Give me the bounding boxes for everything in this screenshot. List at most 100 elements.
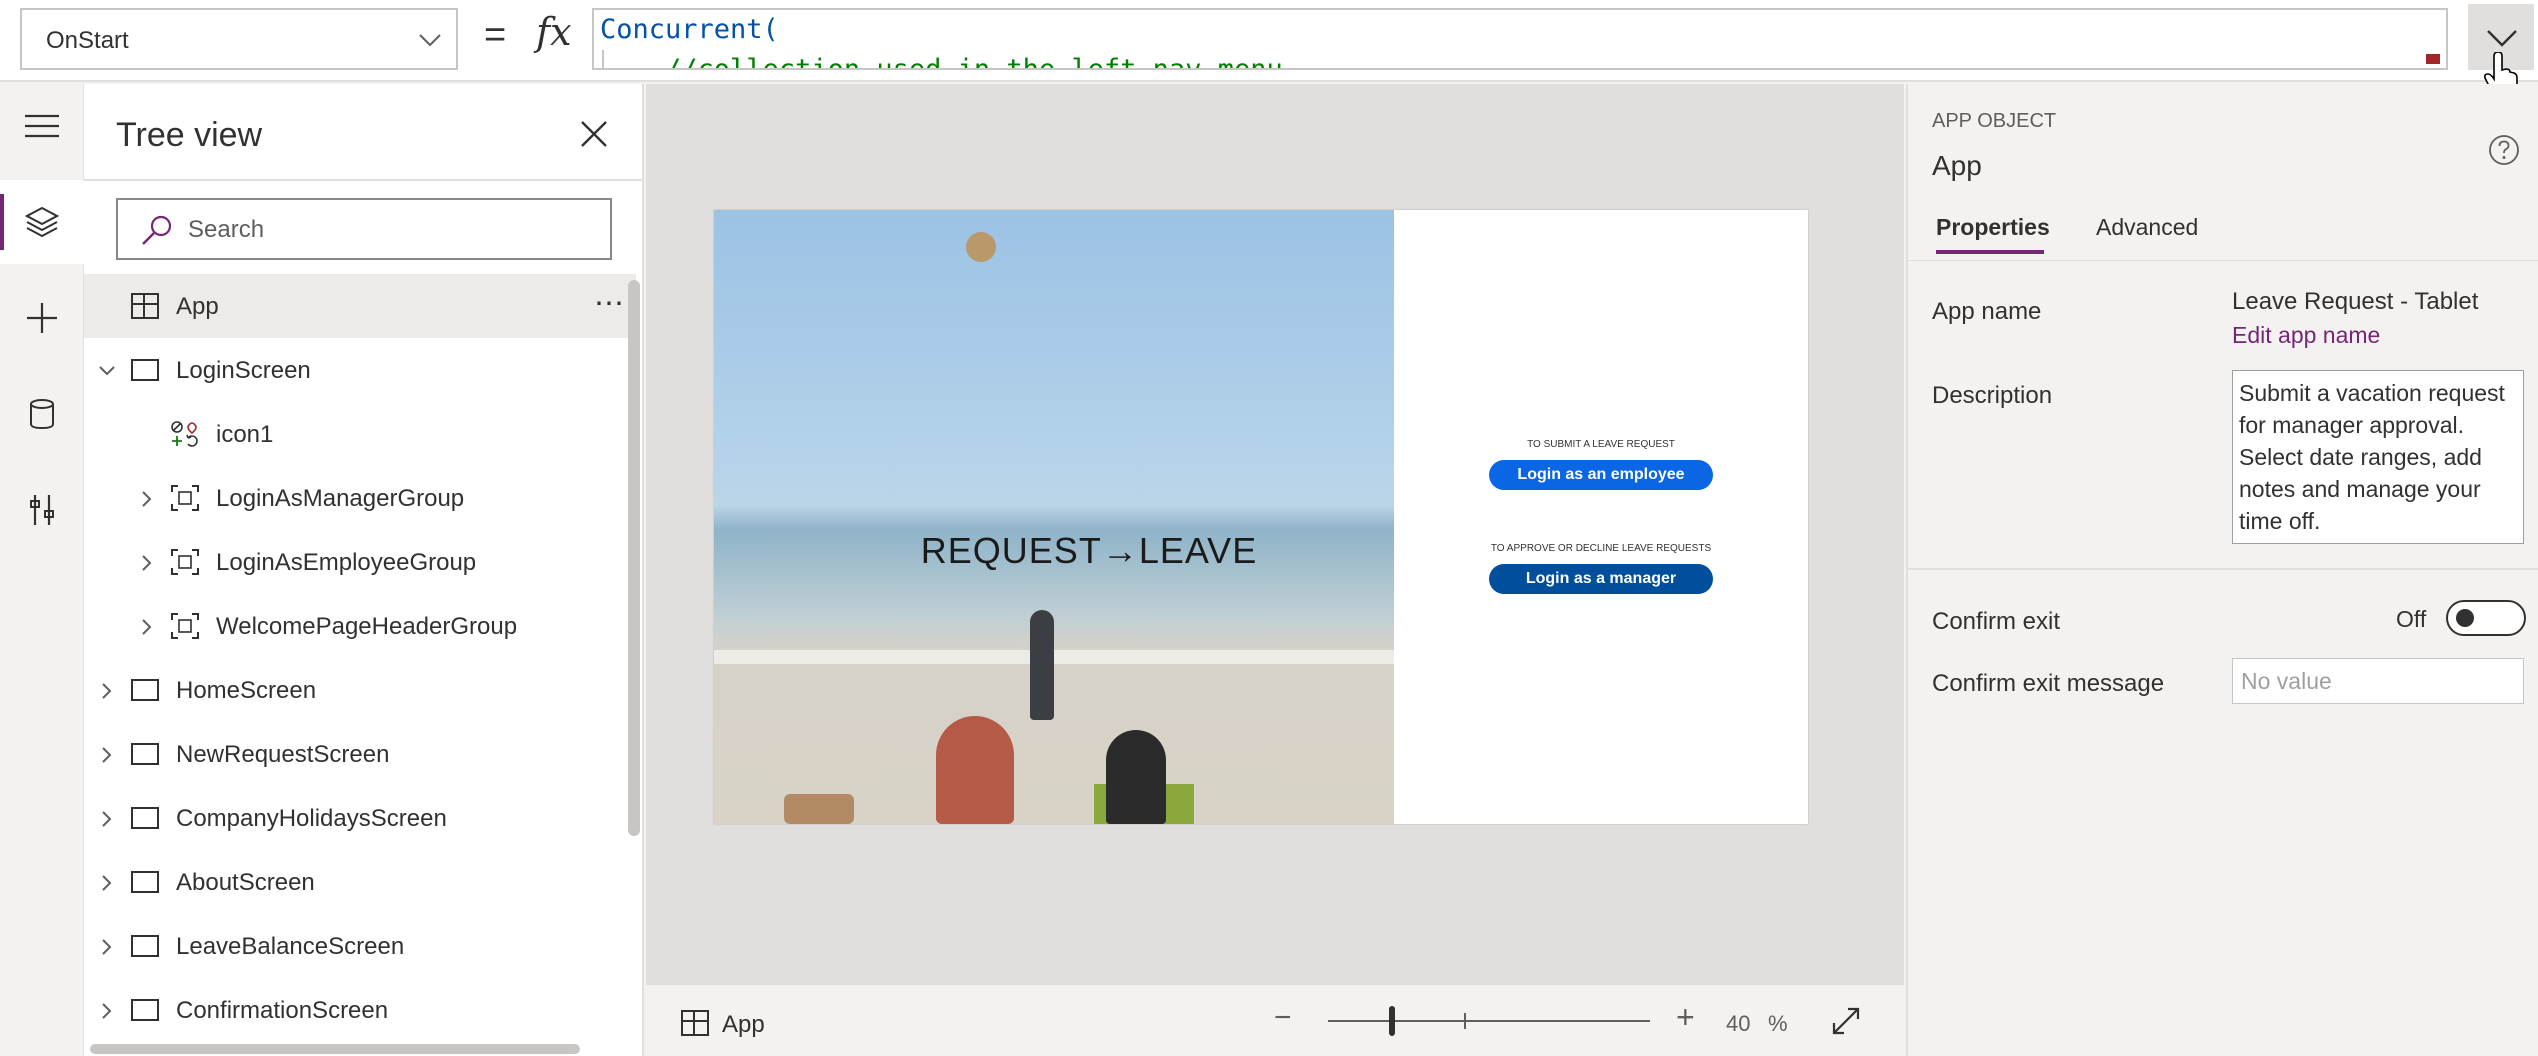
tree-item-loginasmanagergroup[interactable]: LoginAsManagerGroup bbox=[84, 466, 636, 530]
person-figure bbox=[1030, 610, 1054, 720]
chevron-right-icon[interactable] bbox=[98, 874, 116, 892]
chevron-right-icon[interactable] bbox=[98, 1002, 116, 1020]
tree-item-app[interactable]: App ⋯ bbox=[84, 274, 636, 338]
zoom-value[interactable]: 40 bbox=[1726, 1011, 1750, 1037]
group-icon bbox=[171, 549, 199, 575]
tab-advanced[interactable]: Advanced bbox=[2096, 214, 2198, 241]
tree-item-confirmationscreen[interactable]: ConfirmationScreen bbox=[84, 978, 636, 1042]
formula-input[interactable]: Concurrent( //collection used in the lef… bbox=[592, 8, 2448, 70]
tree-item-label: icon1 bbox=[216, 421, 274, 448]
tree-item-label: CompanyHolidaysScreen bbox=[176, 805, 447, 832]
tree-item-leavebalancescreen[interactable]: LeaveBalanceScreen bbox=[84, 914, 636, 978]
vertical-scrollbar[interactable] bbox=[628, 280, 640, 836]
canvas-status-bar: App − + 40 % bbox=[646, 984, 1904, 1056]
help-icon[interactable] bbox=[2488, 134, 2520, 166]
fx-icon: fx bbox=[536, 10, 572, 54]
confirm-exit-message-input[interactable] bbox=[2239, 667, 2509, 696]
edit-app-name-link[interactable]: Edit app name bbox=[2232, 322, 2380, 349]
rail-data-button[interactable] bbox=[0, 372, 84, 456]
app-preview-screen[interactable]: REQUEST→LEAVE TO SUBMIT A LEAVE REQUEST … bbox=[714, 210, 1808, 824]
app-icon bbox=[681, 1010, 709, 1036]
zoom-out-button[interactable]: − bbox=[1274, 1001, 1292, 1035]
chevron-down-icon bbox=[419, 34, 441, 47]
screen-icon bbox=[131, 871, 159, 893]
chevron-right-icon[interactable] bbox=[98, 746, 116, 764]
menu-icon bbox=[25, 114, 59, 138]
person-figure bbox=[1106, 730, 1166, 824]
tree-view-panel: Tree view App ⋯ LoginScreen icon1 LoginA… bbox=[84, 84, 644, 1056]
tree-item-label: LoginAsManagerGroup bbox=[216, 485, 465, 512]
tree-item-label: LoginScreen bbox=[176, 357, 311, 384]
selected-item-label[interactable]: App bbox=[722, 1011, 765, 1039]
tree-item-welcomepageheadergroup[interactable]: WelcomePageHeaderGroup bbox=[84, 594, 636, 658]
search-input[interactable] bbox=[186, 212, 586, 248]
login-manager-button[interactable]: Login as a manager bbox=[1489, 564, 1713, 594]
zoom-unit: % bbox=[1768, 1011, 1788, 1036]
tools-icon bbox=[30, 495, 54, 525]
tree-item-label: HomeScreen bbox=[176, 677, 317, 704]
tree-item-label: App bbox=[176, 293, 219, 320]
icon-control-icon bbox=[171, 421, 198, 447]
basket-shape bbox=[784, 794, 854, 824]
formula-line-2: //collection used in the left nav menu bbox=[600, 54, 1283, 70]
property-dropdown[interactable]: OnStart bbox=[20, 8, 458, 70]
tree-item-label: NewRequestScreen bbox=[176, 741, 390, 768]
formula-line-1: Concurrent( bbox=[600, 14, 779, 45]
canvas-area: REQUEST→LEAVE TO SUBMIT A LEAVE REQUEST … bbox=[646, 84, 1904, 984]
screen-icon bbox=[131, 359, 159, 381]
rail-tools-button[interactable] bbox=[0, 468, 84, 552]
manager-caption: TO APPROVE OR DECLINE LEAVE REQUESTS bbox=[1490, 543, 1712, 554]
rail-insert-button[interactable] bbox=[0, 276, 84, 360]
divider bbox=[1908, 568, 2538, 570]
chevron-down-icon[interactable] bbox=[98, 362, 116, 380]
chevron-right-icon[interactable] bbox=[138, 618, 156, 636]
screen-icon bbox=[131, 807, 159, 829]
tree-item-homescreen[interactable]: HomeScreen bbox=[84, 658, 636, 722]
tree-search-box[interactable] bbox=[116, 198, 612, 260]
chevron-right-icon[interactable] bbox=[98, 682, 116, 700]
tree-item-label: LeaveBalanceScreen bbox=[176, 933, 405, 960]
confirm-exit-state: Off bbox=[2396, 606, 2427, 632]
tree-item-icon1[interactable]: icon1 bbox=[84, 402, 636, 466]
screen-icon bbox=[131, 743, 159, 765]
tree-item-loginscreen[interactable]: LoginScreen bbox=[84, 338, 636, 402]
tree-item-companyholidaysscreen[interactable]: CompanyHolidaysScreen bbox=[84, 786, 636, 850]
chevron-down-icon bbox=[2487, 30, 2517, 47]
confirm-exit-toggle[interactable] bbox=[2446, 600, 2526, 636]
screen-icon bbox=[131, 679, 159, 701]
confirm-exit-message-label: Confirm exit message bbox=[1932, 670, 2165, 697]
tree-item-aboutscreen[interactable]: AboutScreen bbox=[84, 850, 636, 914]
zoom-in-button[interactable]: + bbox=[1676, 999, 1695, 1036]
zoom-slider-thumb[interactable] bbox=[1389, 1006, 1396, 1036]
description-label: Description bbox=[1932, 382, 2053, 409]
rail-menu-button[interactable] bbox=[0, 84, 84, 168]
confirm-exit-message-field[interactable] bbox=[2232, 658, 2524, 704]
tab-properties[interactable]: Properties bbox=[1936, 214, 2050, 241]
formula-error-marker bbox=[2426, 54, 2440, 64]
chevron-right-icon[interactable] bbox=[138, 490, 156, 508]
more-options-icon[interactable]: ⋯ bbox=[594, 286, 625, 321]
divider bbox=[84, 179, 642, 181]
hero-title-right: LEAVE bbox=[1138, 530, 1258, 571]
screen-icon bbox=[131, 935, 159, 957]
login-employee-button[interactable]: Login as an employee bbox=[1489, 460, 1713, 490]
tree-item-label: ConfirmationScreen bbox=[176, 997, 389, 1024]
chevron-right-icon[interactable] bbox=[138, 554, 156, 572]
description-field[interactable]: Submit a vacation request for manager ap… bbox=[2232, 370, 2524, 544]
close-icon[interactable] bbox=[578, 118, 610, 150]
screen-icon bbox=[131, 999, 159, 1021]
horizontal-scrollbar[interactable] bbox=[90, 1044, 580, 1054]
formula-bar: OnStart = fx Concurrent( //collection us… bbox=[0, 0, 2538, 97]
app-name-label: App name bbox=[1932, 298, 2042, 325]
rail-tree-view-button[interactable] bbox=[0, 180, 84, 264]
app-name-value: Leave Request - Tablet bbox=[2232, 288, 2479, 315]
login-pane: TO SUBMIT A LEAVE REQUEST Login as an em… bbox=[1394, 210, 1808, 824]
tree-item-loginasemployeegroup[interactable]: LoginAsEmployeeGroup bbox=[84, 530, 636, 594]
zoom-slider[interactable] bbox=[1328, 1020, 1650, 1022]
object-kind-label: APP OBJECT bbox=[1932, 110, 2057, 132]
chevron-right-icon[interactable] bbox=[98, 938, 116, 956]
active-tab-indicator bbox=[1936, 250, 2044, 254]
tree-item-newrequestscreen[interactable]: NewRequestScreen bbox=[84, 722, 636, 786]
chevron-right-icon[interactable] bbox=[98, 810, 116, 828]
fit-to-window-icon[interactable] bbox=[1830, 1005, 1862, 1037]
